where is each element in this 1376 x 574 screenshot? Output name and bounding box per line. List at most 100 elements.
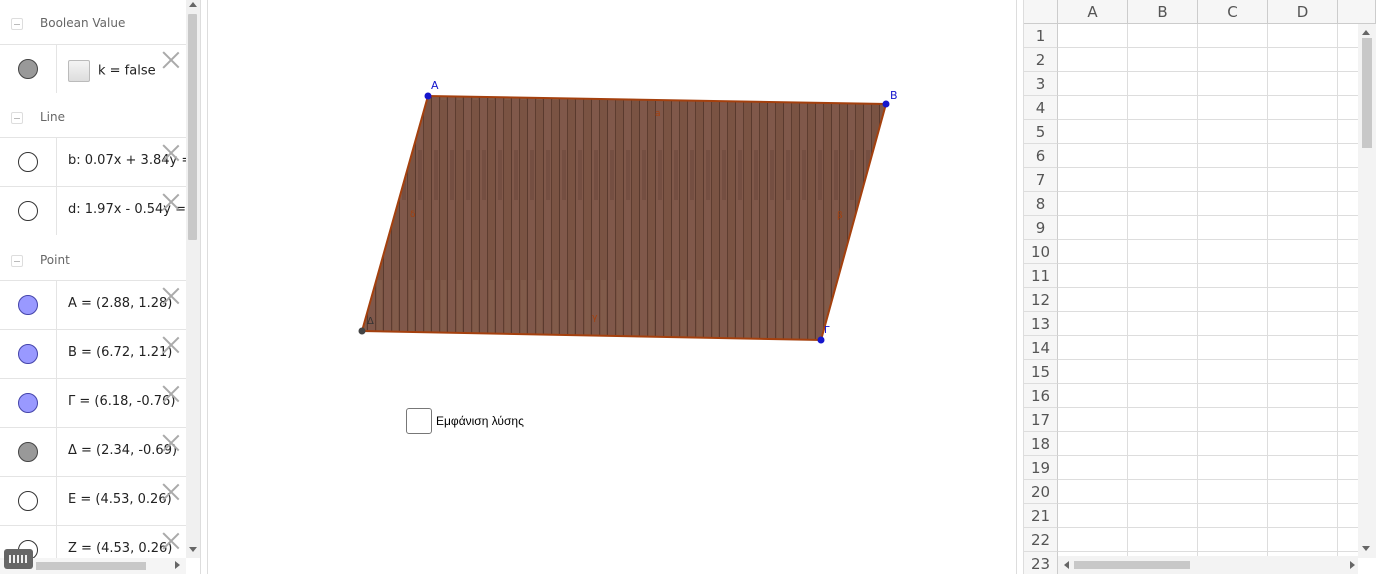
scroll-up-arrow-icon[interactable] bbox=[1362, 30, 1370, 35]
row-header[interactable]: 19 bbox=[1024, 456, 1058, 480]
view-divider[interactable] bbox=[1016, 0, 1024, 574]
row-header[interactable]: 22 bbox=[1024, 528, 1058, 552]
scroll-right-arrow-icon[interactable] bbox=[1350, 561, 1355, 569]
algebra-item-B[interactable]: B = (6.72, 1.21) bbox=[0, 329, 186, 378]
delete-icon[interactable] bbox=[162, 144, 180, 162]
row-header[interactable]: 10 bbox=[1024, 240, 1058, 264]
point-Gamma[interactable] bbox=[817, 336, 825, 344]
graphics-canvas[interactable]: a β γ δ A B Γ Δ bbox=[208, 0, 1016, 574]
spreadsheet-horizontal-scrollbar[interactable] bbox=[1058, 556, 1358, 574]
delete-icon[interactable] bbox=[162, 336, 180, 354]
row-header[interactable]: 12 bbox=[1024, 288, 1058, 312]
algebra-view: Boolean Value k = false Line b: 0.07x + … bbox=[0, 0, 200, 574]
row-header[interactable]: 16 bbox=[1024, 384, 1058, 408]
spreadsheet-cell-grid[interactable] bbox=[1058, 24, 1358, 558]
point-label-A: A bbox=[431, 79, 439, 92]
point-label-Delta: Δ bbox=[367, 316, 374, 327]
row-header[interactable]: 3 bbox=[1024, 72, 1058, 96]
algebra-vertical-scrollbar[interactable] bbox=[186, 0, 200, 558]
view-divider[interactable] bbox=[200, 0, 208, 574]
visibility-toggle-icon[interactable] bbox=[18, 393, 38, 413]
category-point[interactable]: Point bbox=[0, 237, 186, 282]
visibility-toggle-icon[interactable] bbox=[18, 295, 38, 315]
algebra-item-d[interactable]: d: 1.97x - 0.54y = 4 bbox=[0, 186, 186, 235]
algebra-item-b[interactable]: b: 0.07x + 3.84y = bbox=[0, 137, 186, 186]
row-header[interactable]: 1 bbox=[1024, 24, 1058, 48]
spreadsheet-view: A B C D 1 2 3 4 5 6 7 8 9 10 11 12 13 14… bbox=[1024, 0, 1376, 574]
keyboard-icon[interactable] bbox=[4, 549, 33, 569]
row-header[interactable]: 21 bbox=[1024, 504, 1058, 528]
visibility-toggle-icon[interactable] bbox=[18, 59, 38, 79]
point-Delta[interactable] bbox=[358, 327, 366, 335]
visibility-toggle-icon[interactable] bbox=[18, 152, 38, 172]
segment-label-a: a bbox=[655, 109, 661, 119]
row-header[interactable]: 15 bbox=[1024, 360, 1058, 384]
scrollbar-thumb[interactable] bbox=[188, 14, 197, 240]
scroll-down-arrow-icon[interactable] bbox=[189, 547, 197, 552]
row-header[interactable]: 20 bbox=[1024, 480, 1058, 504]
row-header[interactable]: 9 bbox=[1024, 216, 1058, 240]
delete-icon[interactable] bbox=[162, 483, 180, 501]
scrollbar-thumb[interactable] bbox=[1362, 38, 1372, 148]
collapse-icon[interactable] bbox=[11, 255, 23, 267]
column-header-C[interactable]: C bbox=[1198, 0, 1268, 24]
algebra-item-A[interactable]: A = (2.88, 1.28) bbox=[0, 280, 186, 329]
row-header[interactable]: 23 bbox=[1024, 552, 1058, 574]
delete-icon[interactable] bbox=[162, 532, 180, 550]
boolean-checkbox[interactable] bbox=[68, 60, 90, 82]
algebra-item-Gamma[interactable]: Γ = (6.18, -0.76) bbox=[0, 378, 186, 427]
segment-label-beta: β bbox=[837, 211, 843, 221]
segment-label-delta: δ bbox=[410, 210, 416, 220]
scroll-right-arrow-icon[interactable] bbox=[175, 561, 180, 569]
point-label-Gamma: Γ bbox=[824, 325, 830, 336]
row-header[interactable]: 13 bbox=[1024, 312, 1058, 336]
scroll-left-arrow-icon[interactable] bbox=[1064, 561, 1069, 569]
algebra-item-E[interactable]: E = (4.53, 0.26) bbox=[0, 476, 186, 525]
column-header-overflow[interactable] bbox=[1338, 0, 1376, 24]
row-header[interactable]: 17 bbox=[1024, 408, 1058, 432]
spreadsheet-vertical-scrollbar[interactable] bbox=[1358, 24, 1376, 558]
visibility-toggle-icon[interactable] bbox=[18, 491, 38, 511]
visibility-toggle-icon[interactable] bbox=[18, 201, 38, 221]
spreadsheet-corner[interactable] bbox=[1024, 0, 1058, 24]
algebra-item-text: k = false bbox=[98, 63, 156, 79]
graphics-view[interactable]: a β γ δ A B Γ Δ Εμφάνιση λύσης bbox=[208, 0, 1016, 574]
scroll-down-arrow-icon[interactable] bbox=[1362, 546, 1370, 551]
category-label: Line bbox=[40, 110, 66, 124]
show-solution-checkbox[interactable] bbox=[406, 408, 432, 434]
row-header[interactable]: 14 bbox=[1024, 336, 1058, 360]
parallelogram-polygon[interactable] bbox=[360, 94, 888, 342]
row-header[interactable]: 4 bbox=[1024, 96, 1058, 120]
scrollbar-thumb[interactable] bbox=[36, 562, 146, 570]
algebra-item-k[interactable]: k = false bbox=[0, 44, 186, 93]
visibility-toggle-icon[interactable] bbox=[18, 344, 38, 364]
column-header-A[interactable]: A bbox=[1058, 0, 1128, 24]
delete-icon[interactable] bbox=[162, 385, 180, 403]
delete-icon[interactable] bbox=[162, 434, 180, 452]
point-B[interactable] bbox=[882, 100, 890, 108]
visibility-toggle-icon[interactable] bbox=[18, 442, 38, 462]
scrollbar-thumb[interactable] bbox=[1074, 561, 1190, 569]
collapse-icon[interactable] bbox=[11, 18, 23, 30]
row-header[interactable]: 2 bbox=[1024, 48, 1058, 72]
delete-icon[interactable] bbox=[162, 287, 180, 305]
row-header[interactable]: 18 bbox=[1024, 432, 1058, 456]
point-label-B: B bbox=[890, 89, 898, 102]
row-header[interactable]: 7 bbox=[1024, 168, 1058, 192]
column-header-D[interactable]: D bbox=[1268, 0, 1338, 24]
segment-label-gamma: γ bbox=[592, 313, 598, 323]
row-header[interactable]: 11 bbox=[1024, 264, 1058, 288]
category-boolean-value[interactable]: Boolean Value bbox=[0, 0, 186, 45]
delete-icon[interactable] bbox=[162, 51, 180, 69]
scroll-up-arrow-icon[interactable] bbox=[189, 2, 197, 7]
point-A[interactable] bbox=[424, 92, 432, 100]
category-label: Boolean Value bbox=[40, 16, 126, 30]
row-header[interactable]: 8 bbox=[1024, 192, 1058, 216]
category-line[interactable]: Line bbox=[0, 94, 186, 139]
row-header[interactable]: 6 bbox=[1024, 144, 1058, 168]
row-header[interactable]: 5 bbox=[1024, 120, 1058, 144]
column-header-B[interactable]: B bbox=[1128, 0, 1198, 24]
algebra-item-Delta[interactable]: Δ = (2.34, -0.69) bbox=[0, 427, 186, 476]
delete-icon[interactable] bbox=[162, 193, 180, 211]
collapse-icon[interactable] bbox=[11, 112, 23, 124]
